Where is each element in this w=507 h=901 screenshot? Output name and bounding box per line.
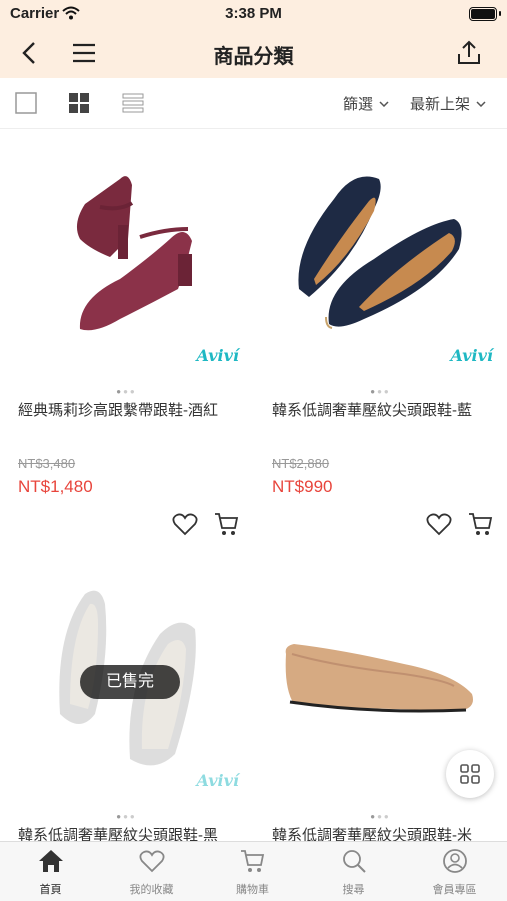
page-title: 商品分類 (213, 46, 294, 68)
grid-icon (460, 764, 480, 784)
image-pager-dots: ●●● (116, 812, 137, 821)
brand-logo: Aviví (450, 346, 493, 365)
cart-icon (240, 850, 264, 872)
original-price: NT$2,880 (272, 456, 330, 471)
brand-logo: Aviví (196, 771, 239, 790)
sale-price: NT$1,480 (18, 477, 93, 496)
product-name: 韓系低調奢華壓紋尖頭跟鞋-黑 (18, 827, 218, 841)
image-pager-dots: ●●● (116, 387, 137, 396)
chevron-down-icon (476, 100, 486, 107)
filter-dropdown[interactable]: 篩選 (343, 93, 389, 114)
single-view-icon[interactable] (15, 92, 37, 114)
grid-view-icon[interactable] (68, 92, 90, 114)
product-grid: Aviví ●●● 經典瑪莉珍高跟繫帶跟鞋-酒紅 NT$3,480 NT$1,4… (0, 129, 507, 841)
status-bar: Carrier 3:38 PM (0, 0, 507, 28)
status-time: 3:38 PM (225, 5, 282, 22)
sold-out-badge: 已售完 (80, 665, 180, 699)
search-icon (342, 850, 366, 873)
chevron-down-icon (379, 100, 389, 107)
product-image[interactable]: Aviví (254, 129, 507, 374)
sale-price: NT$990 (272, 477, 333, 496)
product-image[interactable]: Aviví (0, 129, 253, 374)
product-name: 經典瑪莉珍高跟繫帶跟鞋-酒紅 (18, 402, 218, 419)
product-name: 韓系低調奢華壓紋尖頭跟鞋-米 (272, 827, 472, 841)
tab-member[interactable]: 會員專區 (404, 848, 505, 897)
image-pager-dots: ●●● (370, 387, 391, 396)
nav-bar: 商品分類 (0, 28, 507, 78)
tab-label: 首頁 (39, 884, 62, 896)
navy-flat-shoe-image (298, 176, 462, 329)
sort-dropdown[interactable]: 最新上架 (410, 93, 486, 114)
cart-icon[interactable] (468, 512, 494, 536)
category-grid-button[interactable] (446, 750, 494, 798)
battery-tip (499, 11, 501, 16)
heart-icon[interactable] (426, 512, 452, 536)
tab-home[interactable]: 首頁 (0, 848, 101, 897)
list-view-icon[interactable] (122, 92, 144, 114)
home-icon (38, 850, 63, 872)
cart-icon[interactable] (214, 512, 240, 536)
view-toolbar: 篩選 最新上架 (0, 78, 507, 129)
heart-icon[interactable] (172, 512, 198, 536)
product-name: 韓系低調奢華壓紋尖頭跟鞋-藍 (272, 402, 472, 419)
brand-logo: Aviví (196, 346, 239, 365)
tab-label: 購物車 (236, 884, 269, 896)
heart-icon (139, 850, 164, 873)
tab-label: 搜尋 (342, 884, 365, 896)
red-heel-shoe-image (76, 176, 192, 331)
sort-label: 最新上架 (410, 96, 471, 113)
tab-cart[interactable]: 購物車 (202, 848, 303, 897)
user-icon (442, 849, 467, 873)
tab-bar: 首頁 我的收藏 購物車 搜尋 會員專區 (0, 841, 507, 901)
original-price: NT$3,480 (18, 456, 76, 471)
share-icon[interactable] (454, 38, 484, 68)
tab-label: 我的收藏 (129, 884, 174, 896)
tab-favorites[interactable]: 我的收藏 (101, 848, 202, 897)
tab-label: 會員專區 (432, 884, 477, 896)
tab-search[interactable]: 搜尋 (303, 848, 404, 897)
battery-icon (469, 7, 497, 21)
image-pager-dots: ●●● (370, 812, 391, 821)
filter-label: 篩選 (343, 96, 374, 113)
